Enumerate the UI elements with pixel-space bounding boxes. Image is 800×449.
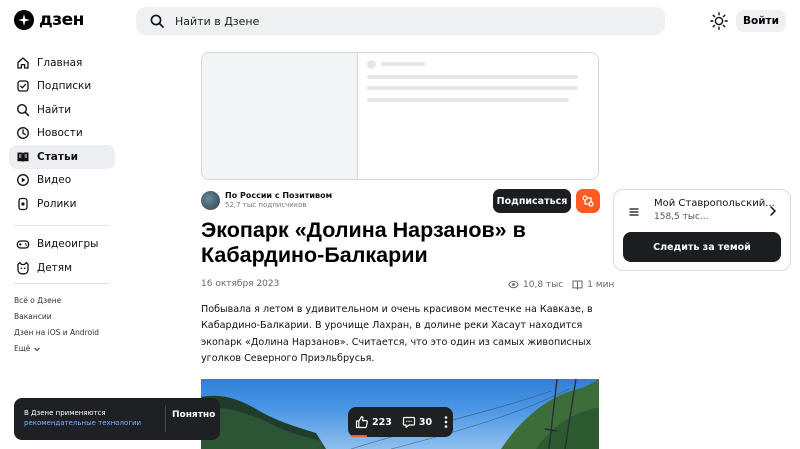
author-block[interactable]: По России с Позитивом 52,7 тыс подписчик… [201, 191, 332, 210]
footer-link-more[interactable]: Ещё [14, 341, 99, 357]
sidebar-item-label: Детям [37, 261, 73, 274]
sidebar-item-subscriptions[interactable]: Подписки [9, 75, 115, 99]
article-body: Побывала я летом в удивительном и очень … [201, 304, 593, 364]
placeholder-line [367, 86, 578, 90]
sidebar-nav: Главная Подписки Найти Новости Статьи Ви… [9, 51, 115, 280]
more-vertical-icon [444, 416, 448, 428]
placeholder-line [381, 62, 425, 66]
theme-card: Мой Ставропольский... 158,5 тыс... Следи… [613, 189, 791, 271]
article-stats: 10,8 тыс 1 мин [508, 279, 614, 290]
banner-text: В Дзене применяются рекомендательные тех… [24, 408, 141, 428]
sidebar-item-label: Видеоигры [37, 238, 99, 251]
embed-placeholder-card [201, 52, 599, 180]
zen-logo-icon [14, 10, 34, 30]
comments-button[interactable]: 30 [402, 415, 432, 429]
thumbs-up-icon [355, 416, 368, 429]
sidebar-item-articles[interactable]: Статьи [9, 145, 115, 169]
author-name[interactable]: По России с Позитивом [225, 191, 332, 201]
recommendations-banner: В Дзене применяются рекомендательные тех… [14, 398, 220, 440]
gamepad-icon [16, 240, 30, 249]
sidebar-item-label: Ролики [37, 197, 77, 210]
sidebar-item-kids[interactable]: Детям [9, 256, 115, 280]
articles-icon [17, 152, 29, 162]
article-views: 10,8 тыс [523, 279, 564, 290]
more-options-button[interactable] [443, 415, 449, 429]
share-icon [582, 195, 594, 207]
avatar[interactable] [201, 191, 220, 210]
banner-text-line: В Дзене применяются [24, 409, 106, 417]
search-input[interactable]: Найти в Дзене [136, 7, 665, 35]
placeholder-line [367, 98, 569, 102]
kids-icon [17, 261, 29, 275]
theme-toggle-button[interactable] [709, 11, 729, 31]
like-count: 223 [372, 416, 392, 428]
sidebar-item-label: Найти [37, 103, 72, 116]
embed-placeholder-content [357, 53, 598, 179]
shorts-icon [18, 197, 28, 210]
banner-divider [165, 406, 166, 432]
sidebar-item-search[interactable]: Найти [9, 98, 115, 122]
comment-count: 30 [418, 416, 433, 428]
chevron-down-icon [34, 347, 41, 351]
list-icon [629, 208, 639, 216]
sidebar-item-label: Статьи [37, 150, 78, 163]
sidebar-item-label: Новости [37, 127, 83, 140]
article-actions-bar: 223 30 [348, 407, 453, 437]
banner-accept-button[interactable]: Понятно [172, 410, 215, 420]
placeholder-line [367, 75, 578, 79]
sidebar-item-label: Видео [37, 174, 72, 187]
article-read-time: 1 мин [587, 279, 615, 290]
banner-link[interactable]: рекомендательные технологии [24, 418, 141, 428]
share-button[interactable] [576, 189, 600, 213]
placeholder-dot [367, 60, 376, 69]
article-date: 16 октября 2023 [201, 279, 280, 289]
video-icon [17, 174, 29, 187]
sidebar-item-shorts[interactable]: Ролики [9, 192, 115, 216]
sidebar-item-label: Главная [37, 56, 83, 69]
article-title: Экопарк «Долина Нарзанов» в Кабардино-Ба… [201, 218, 526, 267]
subscribe-button[interactable]: Подписаться [493, 189, 571, 213]
footer-link-more-label: Ещё [14, 344, 31, 354]
search-icon [150, 14, 164, 28]
footer-link-about[interactable]: Всё о Дзене [14, 292, 99, 308]
eye-icon [508, 280, 519, 289]
theme-name[interactable]: Мой Ставропольский... [654, 198, 775, 209]
like-indicator [351, 435, 367, 437]
login-button[interactable]: Войти [736, 10, 786, 32]
sidebar-footer-links: Всё о Дзене Вакансии Дзен на iOS и Andro… [14, 292, 99, 357]
logo-text: дзен [39, 10, 84, 30]
like-button[interactable]: 223 [355, 415, 392, 429]
follow-theme-button[interactable]: Следить за темой [623, 232, 781, 262]
sidebar-item-video[interactable]: Видео [9, 169, 115, 193]
sidebar-divider [14, 283, 110, 284]
subscriptions-icon [17, 80, 29, 92]
sidebar-item-home[interactable]: Главная [9, 51, 115, 75]
author-subscribers: 52,7 тыс подписчиков [225, 201, 307, 209]
sun-icon [710, 12, 728, 30]
home-icon [17, 57, 29, 69]
footer-link-apps[interactable]: Дзен на iOS и Android [14, 324, 99, 340]
zen-logo[interactable]: дзен [14, 10, 84, 30]
sidebar-item-news[interactable]: Новости [9, 122, 115, 146]
theme-subscribers: 158,5 тыс... [654, 212, 709, 222]
chevron-right-icon[interactable] [768, 205, 778, 217]
sidebar-item-label: Подписки [37, 80, 92, 93]
sidebar-item-videogames[interactable]: Видеоигры [9, 233, 115, 257]
news-icon [17, 127, 29, 140]
search-placeholder: Найти в Дзене [175, 14, 260, 28]
sidebar-divider [14, 224, 110, 226]
footer-link-vacancies[interactable]: Вакансии [14, 308, 99, 324]
book-icon [572, 280, 583, 290]
search-icon [16, 103, 30, 116]
comment-icon [402, 416, 415, 428]
